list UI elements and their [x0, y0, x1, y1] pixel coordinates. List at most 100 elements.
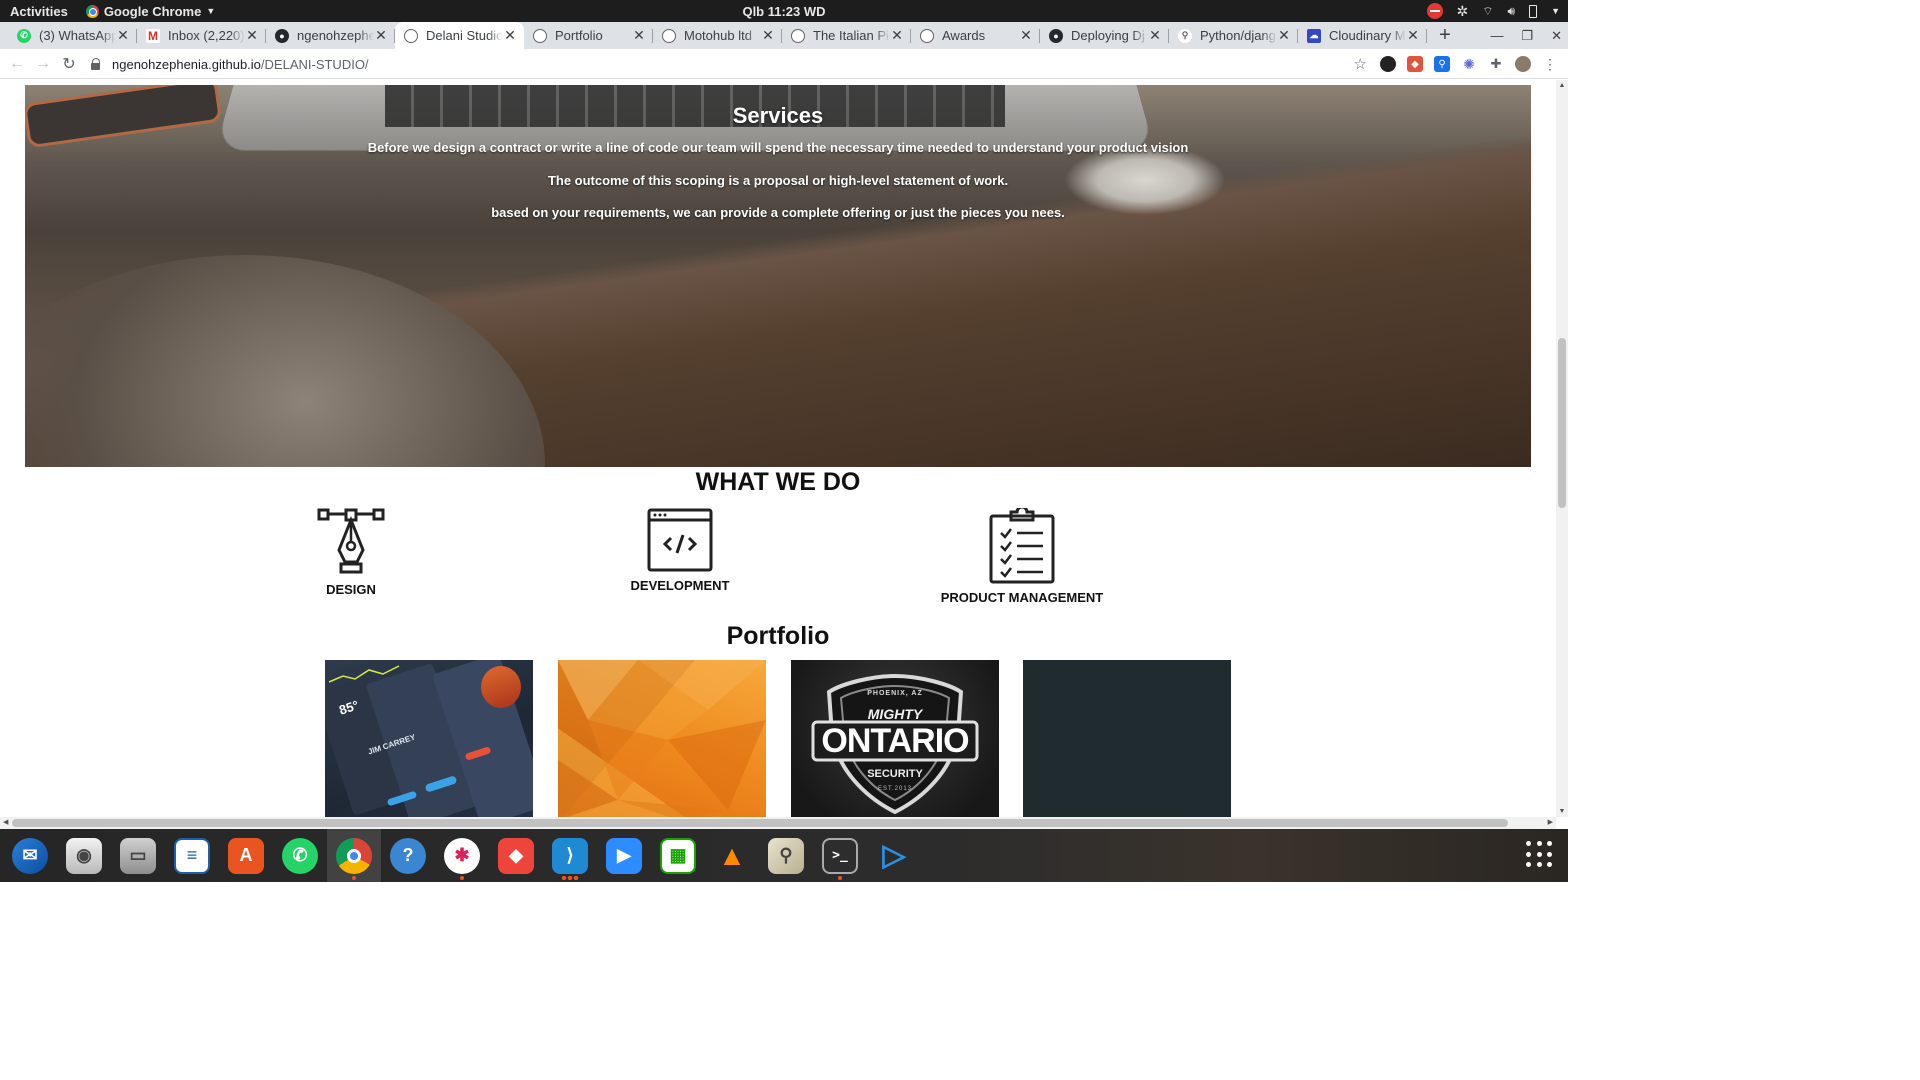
close-icon[interactable]: ✕ — [1019, 27, 1033, 44]
system-menu-chevron-icon[interactable]: ▼ — [1551, 6, 1560, 16]
dock-vlc[interactable]: ▲ — [705, 829, 759, 882]
vertical-scroll-thumb[interactable] — [1558, 338, 1566, 508]
close-icon[interactable]: ✕ — [1277, 27, 1291, 44]
dock-chrome[interactable] — [327, 829, 381, 882]
grid-dot — [1526, 841, 1531, 846]
forward-icon[interactable]: → — [30, 55, 56, 73]
dock-whatsapp[interactable]: ✆ — [273, 829, 327, 882]
dock-anydesk[interactable]: ◆ — [489, 829, 543, 882]
scroll-right-icon[interactable]: ▶ — [1548, 817, 1553, 829]
extension-cube-icon[interactable]: ◆ — [1407, 56, 1423, 72]
slack-icon: ✱ — [444, 837, 480, 874]
portfolio-item-dark-teal[interactable] — [1023, 660, 1231, 817]
activities-button[interactable]: Activities — [0, 4, 78, 19]
extension-snowflake-icon[interactable]: ✺ — [1461, 56, 1477, 72]
close-icon[interactable]: ✕ — [245, 27, 259, 44]
clipboard-checklist-icon — [989, 508, 1055, 584]
tab-strip: ✆ (3) WhatsApp ✕ M Inbox (2,220) ✕ ● nge… — [0, 22, 1568, 49]
tab-cloudinary[interactable]: ☁ Cloudinary M ✕ — [1298, 22, 1427, 49]
dock-media-player[interactable]: ▷ — [867, 829, 921, 882]
dock-files[interactable]: ▭ — [111, 829, 165, 882]
back-icon[interactable]: ← — [4, 55, 30, 73]
minimize-icon[interactable]: ― — [1490, 28, 1503, 43]
clock[interactable]: Qlb 11:23 WD — [0, 4, 1568, 19]
running-indicator — [352, 876, 356, 880]
portfolio-item-mighty-ontario[interactable]: PHOENIX, AZ MIGHTY ONTARIO SECURITY EST.… — [791, 660, 999, 817]
scroll-down-icon[interactable]: ▼ — [1556, 808, 1568, 815]
portfolio-item-ui-dashboard[interactable]: 85° JIM CARREY — [325, 660, 533, 817]
scroll-up-icon[interactable]: ▲ — [1556, 82, 1568, 89]
tab-delani-studio[interactable]: Delani Studio ✕ — [395, 22, 524, 49]
lock-icon[interactable] — [90, 58, 102, 70]
tab-title: (3) WhatsApp — [39, 28, 116, 43]
dock-vscode[interactable]: ⟩ — [543, 829, 597, 882]
horizontal-scroll-thumb[interactable] — [12, 819, 1508, 827]
vertical-scrollbar[interactable]: ▲ ▼ — [1556, 80, 1568, 817]
wifi-icon[interactable]: ⌔ — [1482, 4, 1493, 19]
grid-dot — [1536, 841, 1542, 846]
service-development: DEVELOPMENT — [610, 508, 750, 593]
portfolio-item-orange-polygon[interactable] — [558, 660, 766, 817]
tab-gmail[interactable]: M Inbox (2,220) ✕ — [137, 22, 266, 49]
dock-slack[interactable]: ✱ — [435, 829, 489, 882]
show-applications-button[interactable] — [1526, 841, 1554, 869]
tab-github-profile[interactable]: ● ngenohzephe ✕ — [266, 22, 395, 49]
app-menu[interactable]: Google Chrome ▼ — [85, 4, 215, 19]
dock-writer[interactable]: ≡ — [165, 829, 219, 882]
battery-icon[interactable] — [1529, 4, 1538, 18]
bookmark-star-icon[interactable]: ☆ — [1354, 55, 1367, 73]
dock-image-viewer[interactable]: ⚲ — [759, 829, 813, 882]
horizontal-scrollbar[interactable]: ◀ ▶ — [0, 817, 1556, 829]
dock-zoom[interactable]: ▶ — [597, 829, 651, 882]
slack-tray-icon[interactable]: ✲ — [1457, 3, 1469, 20]
tab-title: Awards — [942, 28, 986, 43]
services-line-2: The outcome of this scoping is a proposa… — [547, 173, 1009, 188]
tab-deploying-django[interactable]: ● Deploying Dj ✕ — [1040, 22, 1169, 49]
polygon-pattern — [558, 660, 766, 817]
libreoffice-calc-icon: ▦ — [660, 837, 696, 874]
browser-toolbar: ← → ↻ ngenohzephenia.github.io/DELANI-ST… — [0, 49, 1568, 79]
window-close-icon[interactable]: ✕ — [1551, 28, 1562, 44]
services-section: Services Before we design a contract or … — [25, 85, 1531, 467]
globe-icon — [404, 28, 418, 43]
extension-search-icon[interactable]: ⚲ — [1434, 56, 1450, 72]
tab-python-django[interactable]: ⚲ Python/djang ✕ — [1169, 22, 1298, 49]
dock-help[interactable]: ? — [381, 829, 435, 882]
dock-calc[interactable]: ▦ — [651, 829, 705, 882]
tab-whatsapp[interactable]: ✆ (3) WhatsApp ✕ — [8, 22, 137, 49]
system-tray[interactable]: ✲ ⌔ 🔊︎ ▼ — [1426, 0, 1560, 22]
dock-thunderbird[interactable]: ✉ — [3, 829, 57, 882]
rhythmbox-icon: ◉ — [66, 837, 102, 874]
dock-rhythmbox[interactable]: ◉ — [57, 829, 111, 882]
close-icon[interactable]: ✕ — [761, 27, 775, 44]
close-icon[interactable]: ✕ — [116, 27, 130, 44]
extensions-puzzle-icon[interactable]: ✚ — [1488, 56, 1504, 72]
grid-dot — [1526, 862, 1531, 868]
close-icon[interactable]: ✕ — [503, 27, 517, 44]
do-not-disturb-icon[interactable] — [1426, 3, 1443, 19]
tab-italian-pizza[interactable]: The Italian Pi ✕ — [782, 22, 911, 49]
new-tab-button[interactable]: + — [1431, 22, 1459, 49]
reload-icon[interactable]: ↻ — [56, 54, 82, 74]
close-icon[interactable]: ✕ — [1406, 27, 1420, 44]
volume-icon[interactable]: 🔊︎ — [1508, 4, 1516, 19]
tab-awards[interactable]: Awards ✕ — [911, 22, 1040, 49]
chrome-menu-icon[interactable]: ⋮ — [1542, 56, 1558, 72]
address-bar[interactable]: ngenohzephenia.github.io/DELANI-STUDIO/ … — [90, 52, 1375, 76]
close-icon[interactable]: ✕ — [374, 27, 388, 44]
restore-icon[interactable]: ❐ — [1521, 28, 1533, 44]
dock-software[interactable]: A — [219, 829, 273, 882]
tab-portfolio[interactable]: Portfolio ✕ — [524, 22, 653, 49]
close-icon[interactable]: ✕ — [632, 27, 646, 44]
cloudinary-icon: ☁ — [1307, 28, 1321, 43]
close-icon[interactable]: ✕ — [1148, 27, 1162, 44]
profile-avatar[interactable] — [1515, 56, 1531, 72]
ui-accent-portrait — [481, 666, 521, 708]
url-path: /DELANI-STUDIO/ — [260, 56, 369, 72]
window-controls: ― ❐ ✕ — [1490, 22, 1562, 49]
scroll-left-icon[interactable]: ◀ — [3, 817, 8, 829]
tab-motohub[interactable]: Motohub ltd ✕ — [653, 22, 782, 49]
extension-mask-icon[interactable] — [1380, 56, 1396, 72]
close-icon[interactable]: ✕ — [890, 27, 904, 44]
dock-terminal[interactable]: >_ — [813, 829, 867, 882]
